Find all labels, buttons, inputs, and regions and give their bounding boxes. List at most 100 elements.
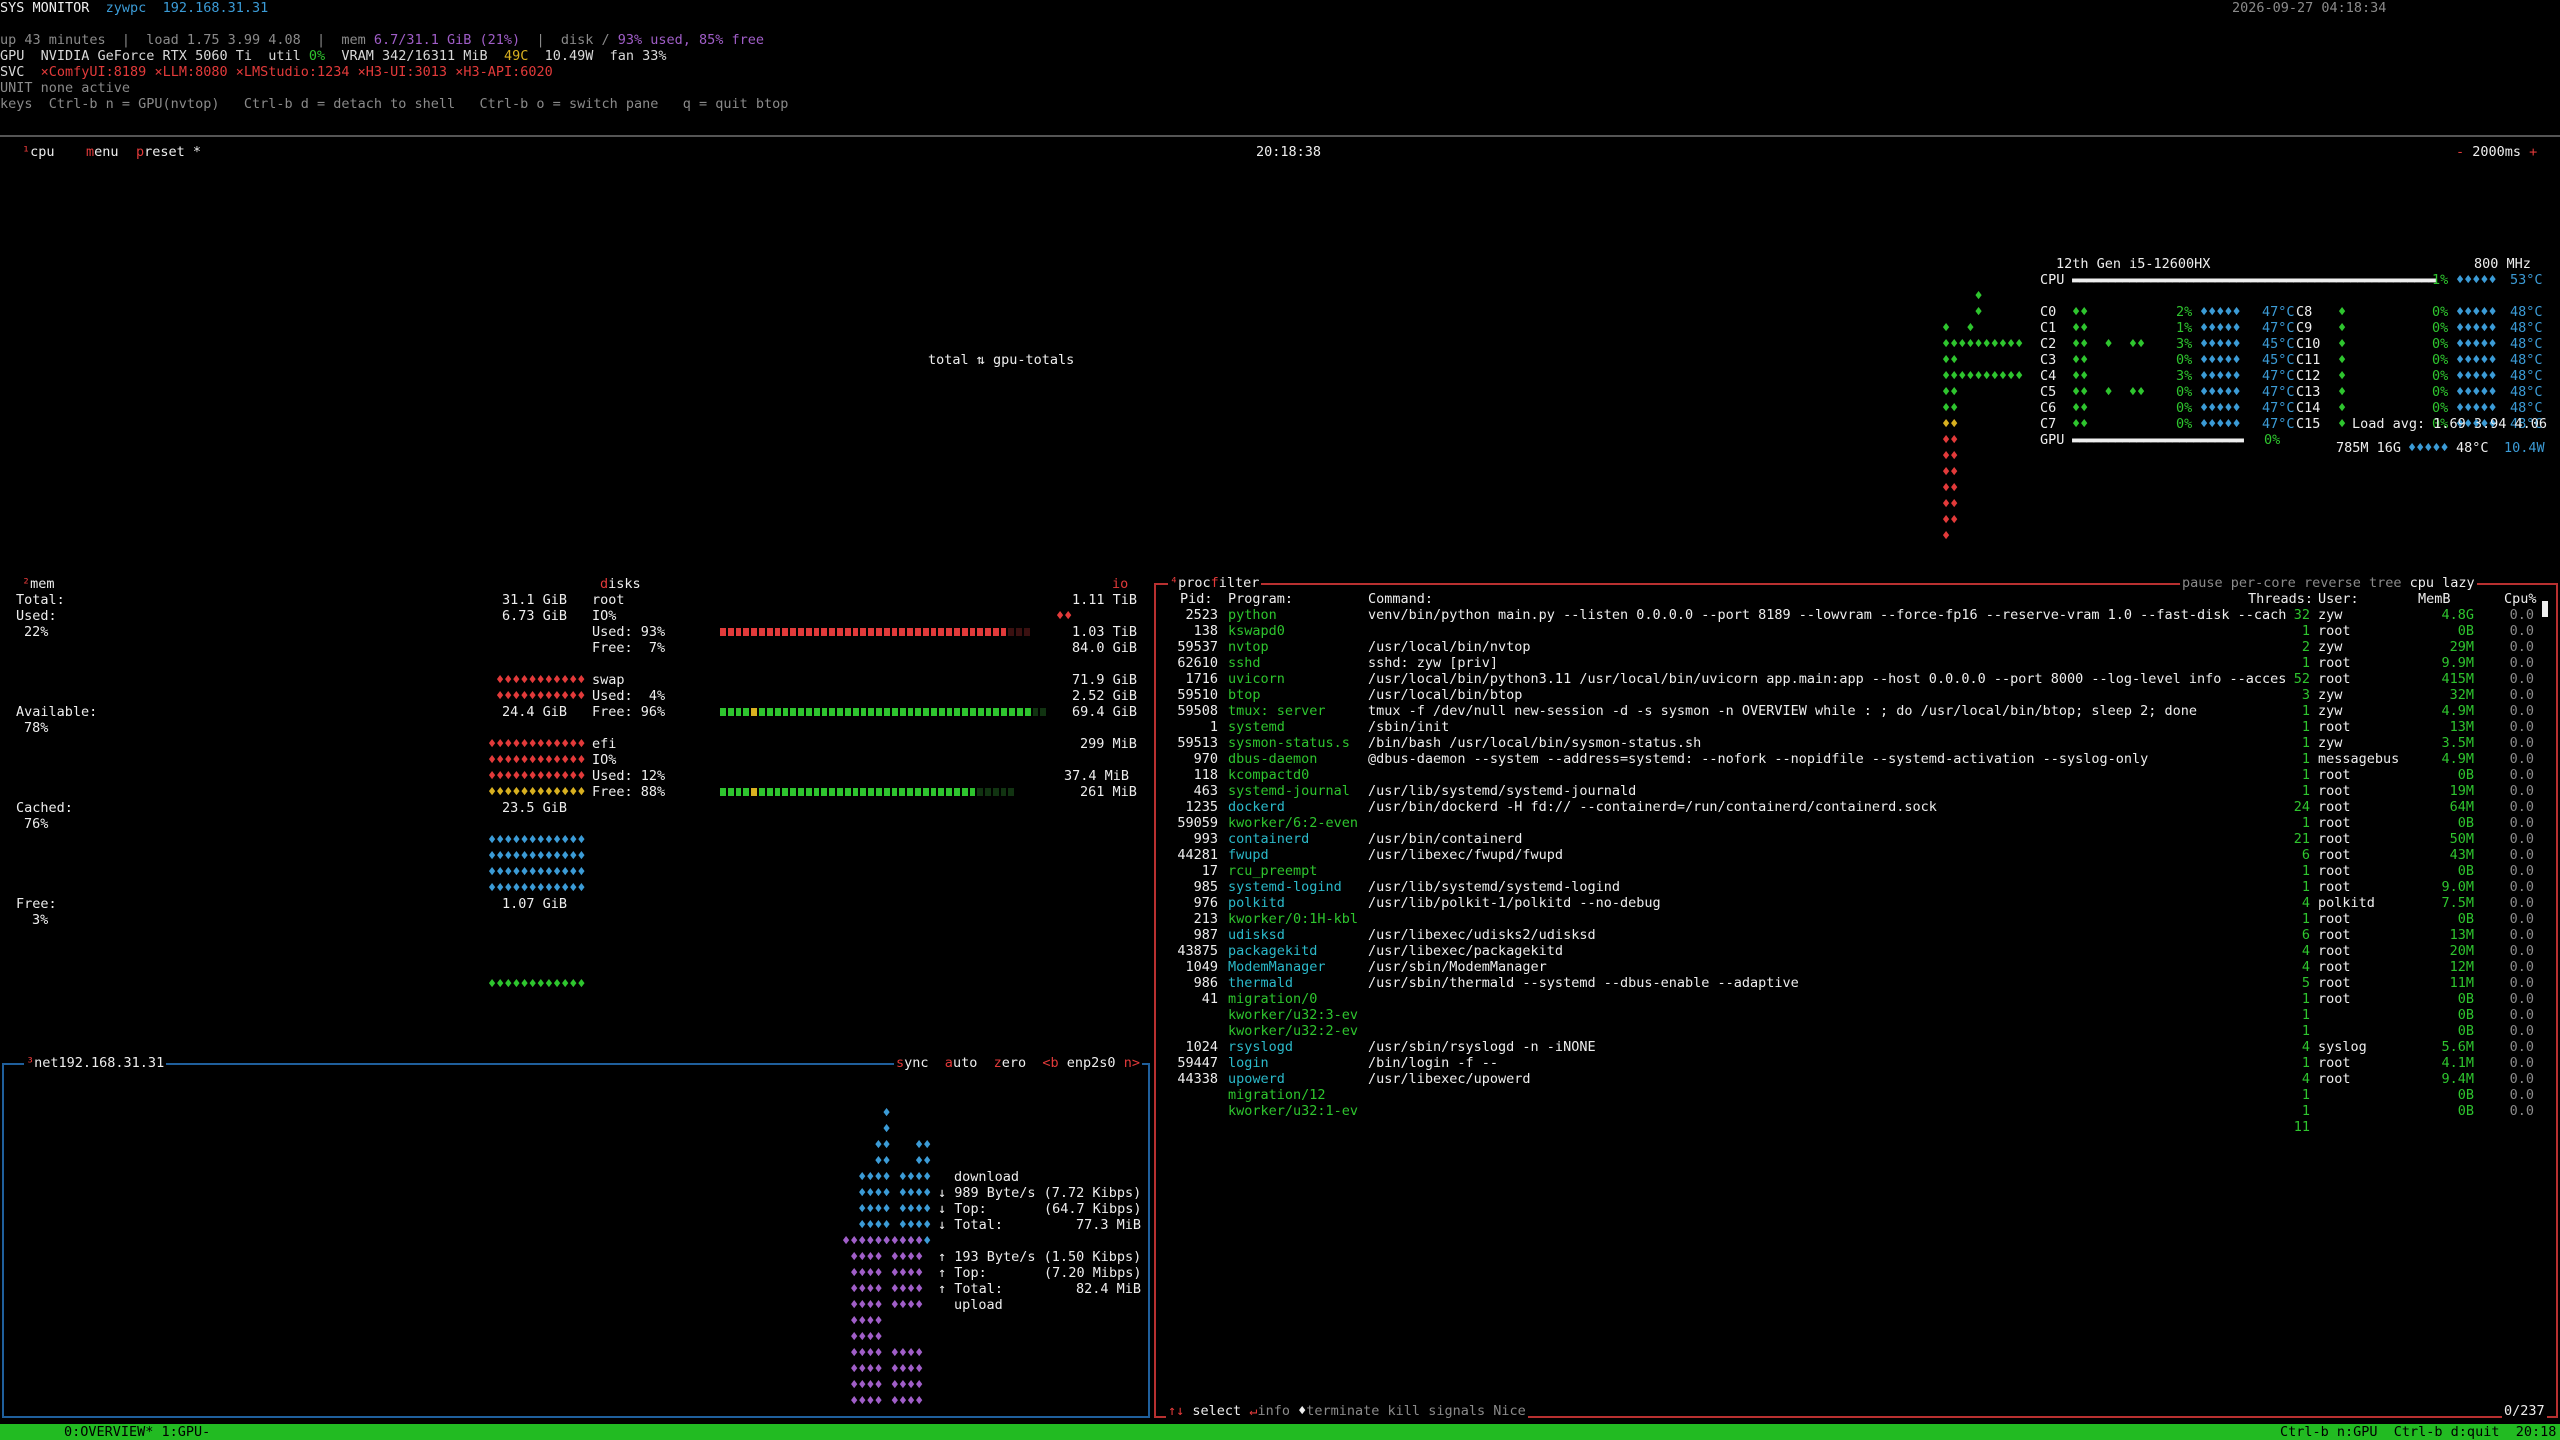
net-tab[interactable]: ³net192.168.31.31 bbox=[24, 1055, 167, 1071]
table-row[interactable]: 43875 packagekitd/usr/libexec/packagekitd… bbox=[1156, 943, 2556, 959]
table-row[interactable]: 59508 tmux: server tmux -f /dev/null new-s… bbox=[1156, 703, 2556, 719]
disks-io-toggle[interactable]: io bbox=[1112, 576, 1128, 592]
proc-threads: 1 bbox=[2301, 719, 2310, 735]
bar-segment bbox=[961, 788, 968, 796]
proc-program: python bbox=[1228, 607, 1277, 623]
interval-decrease-button[interactable]: - bbox=[2456, 144, 2464, 160]
iface-next-button[interactable]: n> bbox=[1124, 1055, 1140, 1071]
core-bar: ♦♦♦♦♦ bbox=[2456, 304, 2497, 320]
table-row[interactable]: 1049 ModemManager/usr/sbin/ModemManager 4 r… bbox=[1156, 959, 2556, 975]
table-row[interactable]: 1 systemd/sbin/init 1 root 13M 0.0 bbox=[1156, 719, 2556, 735]
iface-prev-button[interactable]: <b bbox=[1042, 1055, 1058, 1071]
proc-threads: 1 bbox=[2301, 1023, 2310, 1039]
download-label: download bbox=[954, 1169, 1020, 1185]
table-row[interactable]: 44338 upowerd/usr/libexec/upowerd 4 root 9.4… bbox=[1156, 1071, 2556, 1087]
proc-threads: 6 bbox=[2301, 927, 2310, 943]
proc-mem: 0B bbox=[2457, 863, 2474, 879]
table-row[interactable]: 41 migration/0 1 root 0B 0.0 bbox=[1156, 991, 2556, 1007]
proc-cpu: 0.0 bbox=[2509, 735, 2534, 751]
col-threads[interactable]: Threads: bbox=[2248, 591, 2313, 607]
table-row[interactable]: 59447 login/bin/login -f -- 1 root 4.1M 0.0 bbox=[1156, 1055, 2556, 1071]
disk-root-io: IO% bbox=[592, 608, 617, 624]
proc-threads: 1 bbox=[2301, 991, 2310, 1007]
cpu-tab[interactable]: ¹cpu bbox=[22, 144, 55, 160]
table-row[interactable]: 59537 nvtop/usr/local/bin/nvtop 2 zyw 29M 0.0 bbox=[1156, 639, 2556, 655]
table-row[interactable]: migration/12 1 0B 0.0 bbox=[1156, 1087, 2556, 1103]
table-row[interactable]: 986 thermald/usr/sbin/thermald --systemd … bbox=[1156, 975, 2556, 991]
proc-threads: 1 bbox=[2301, 783, 2310, 799]
preset-button[interactable]: preset * bbox=[136, 144, 201, 160]
bar-segment bbox=[766, 788, 773, 796]
table-row[interactable]: 59513 sysmon-status.s/bin/bash /usr/local… bbox=[1156, 735, 2556, 751]
table-row[interactable]: 11 bbox=[1156, 1119, 2556, 1135]
table-row[interactable]: kworker/u32:2-ev 1 0B 0.0 bbox=[1156, 1023, 2556, 1039]
table-row[interactable]: 1716 uvicorn/usr/local/bin/python3.11 /us… bbox=[1156, 671, 2556, 687]
table-row[interactable]: 985 systemd-logind/usr/lib/systemd/system… bbox=[1156, 879, 2556, 895]
bar-segment bbox=[743, 788, 750, 796]
select-button[interactable]: select bbox=[1192, 1403, 1241, 1419]
gpu-bar: ▬▬▬▬▬▬▬▬▬▬▬▬▬▬▬▬▬▬▬▬▬▬▬▬ bbox=[2072, 432, 2244, 448]
table-row[interactable]: 2523 python venv/bin/python main.py --list… bbox=[1156, 607, 2556, 623]
tmux-window-list[interactable]: 0:OVERVIEW* 1:GPU- bbox=[64, 1424, 210, 1440]
mem-available-graph-peak: ♦♦♦♦♦♦♦♦♦♦♦♦ bbox=[488, 784, 586, 800]
table-row[interactable]: 59510 btop/usr/local/bin/btop 3 zyw 32M 0.0 bbox=[1156, 687, 2556, 703]
disks-title[interactable]: disks bbox=[600, 576, 641, 592]
table-row[interactable]: 213 kworker/0:1H-kbl 1 root 0B 0.0 bbox=[1156, 911, 2556, 927]
table-row[interactable]: 1235 dockerd/usr/bin/dockerd -H fd:// --c… bbox=[1156, 799, 2556, 815]
proc-user: zyw bbox=[2318, 639, 2343, 655]
menu-button[interactable]: menu bbox=[86, 144, 119, 160]
table-row[interactable]: 17 rcu_preempt 1 root 0B 0.0 bbox=[1156, 863, 2556, 879]
table-row[interactable]: kworker/u32:1-ev 1 0B 0.0 bbox=[1156, 1103, 2556, 1119]
table-row[interactable]: 44281 fwupd/usr/libexec/fwupd/fwupd 6 root 4… bbox=[1156, 847, 2556, 863]
proc-program: kworker/0:1H-kbl bbox=[1228, 911, 1359, 927]
proc-program: dbus-daemon bbox=[1228, 751, 1318, 767]
proc-tab[interactable]: ⁴procfilter bbox=[1168, 575, 1262, 591]
auto-button[interactable]: auto bbox=[945, 1055, 978, 1071]
kill-button[interactable]: kill bbox=[1388, 1403, 1421, 1419]
col-program[interactable]: Program: bbox=[1228, 591, 1293, 607]
terminate-button[interactable]: terminate bbox=[1306, 1403, 1379, 1419]
table-row[interactable]: 62610 sshd sshd: zyw [priv] 1 root 9.9M 0.0 bbox=[1156, 655, 2556, 671]
bar-segment bbox=[1024, 628, 1030, 636]
table-row[interactable]: 987 udisksd/usr/libexec/udisks2/udisksd 6 r… bbox=[1156, 927, 2556, 943]
table-row[interactable]: 463 systemd-journal/usr/lib/systemd/syste… bbox=[1156, 783, 2556, 799]
col-pid[interactable]: Pid: bbox=[1180, 591, 1213, 607]
col-user[interactable]: User: bbox=[2318, 591, 2359, 607]
col-mem[interactable]: MemB bbox=[2418, 591, 2451, 607]
table-row[interactable]: 138 kswapd0 1 root 0B 0.0 bbox=[1156, 623, 2556, 639]
nice-button[interactable]: Nice bbox=[1493, 1403, 1526, 1419]
proc-mem: 0B bbox=[2457, 1023, 2474, 1039]
proc-cpu: 0.0 bbox=[2509, 895, 2534, 911]
table-row[interactable]: 970 dbus-daemon @dbus-daemon --system --ad… bbox=[1156, 751, 2556, 767]
sync-button[interactable]: sync bbox=[896, 1055, 929, 1071]
proc-pid: 138 bbox=[1193, 623, 1218, 639]
table-row[interactable]: 976 polkitd/usr/lib/polkit-1/polkitd --no… bbox=[1156, 895, 2556, 911]
reverse-button[interactable]: reverse bbox=[2304, 575, 2361, 591]
core-temp: 48°C bbox=[2510, 304, 2543, 320]
sort-selector[interactable]: cpu lazy bbox=[2410, 575, 2475, 591]
pause-button[interactable]: pause bbox=[2182, 575, 2223, 591]
filter-button[interactable]: f bbox=[1211, 575, 1219, 591]
signals-button[interactable]: signals bbox=[1428, 1403, 1485, 1419]
zero-button[interactable]: zero bbox=[994, 1055, 1027, 1071]
proc-mem: 0B bbox=[2457, 1103, 2474, 1119]
proc-cpu: 0.0 bbox=[2509, 607, 2534, 623]
interval-increase-button[interactable]: + bbox=[2529, 144, 2537, 160]
scrollbar-thumb[interactable] bbox=[2542, 601, 2548, 617]
gpu-pct: 0% bbox=[2264, 432, 2281, 448]
info-button[interactable]: info bbox=[1257, 1403, 1290, 1419]
col-cpu[interactable]: Cpu% bbox=[2504, 591, 2537, 607]
table-row[interactable]: 59059 kworker/6:2-even 1 root 0B 0.0 bbox=[1156, 815, 2556, 831]
bar-segment bbox=[907, 628, 913, 636]
proc-threads: 1 bbox=[2301, 623, 2310, 639]
tree-button[interactable]: tree bbox=[2369, 575, 2402, 591]
table-row[interactable]: kworker/u32:3-ev 1 0B 0.0 bbox=[1156, 1007, 2556, 1023]
table-row[interactable]: 993 containerd/usr/bin/containerd 21 root 50… bbox=[1156, 831, 2556, 847]
bar-segment bbox=[899, 788, 906, 796]
per-core-button[interactable]: per-core bbox=[2231, 575, 2296, 591]
mem-tab[interactable]: ²mem bbox=[22, 576, 55, 592]
core-name: C15 bbox=[2296, 416, 2321, 432]
table-row[interactable]: 1024 rsyslogd/usr/sbin/rsyslogd -n -iNONE… bbox=[1156, 1039, 2556, 1055]
col-command[interactable]: Command: bbox=[1368, 591, 1433, 607]
table-row[interactable]: 118 kcompactd0 1 root 0B 0.0 bbox=[1156, 767, 2556, 783]
